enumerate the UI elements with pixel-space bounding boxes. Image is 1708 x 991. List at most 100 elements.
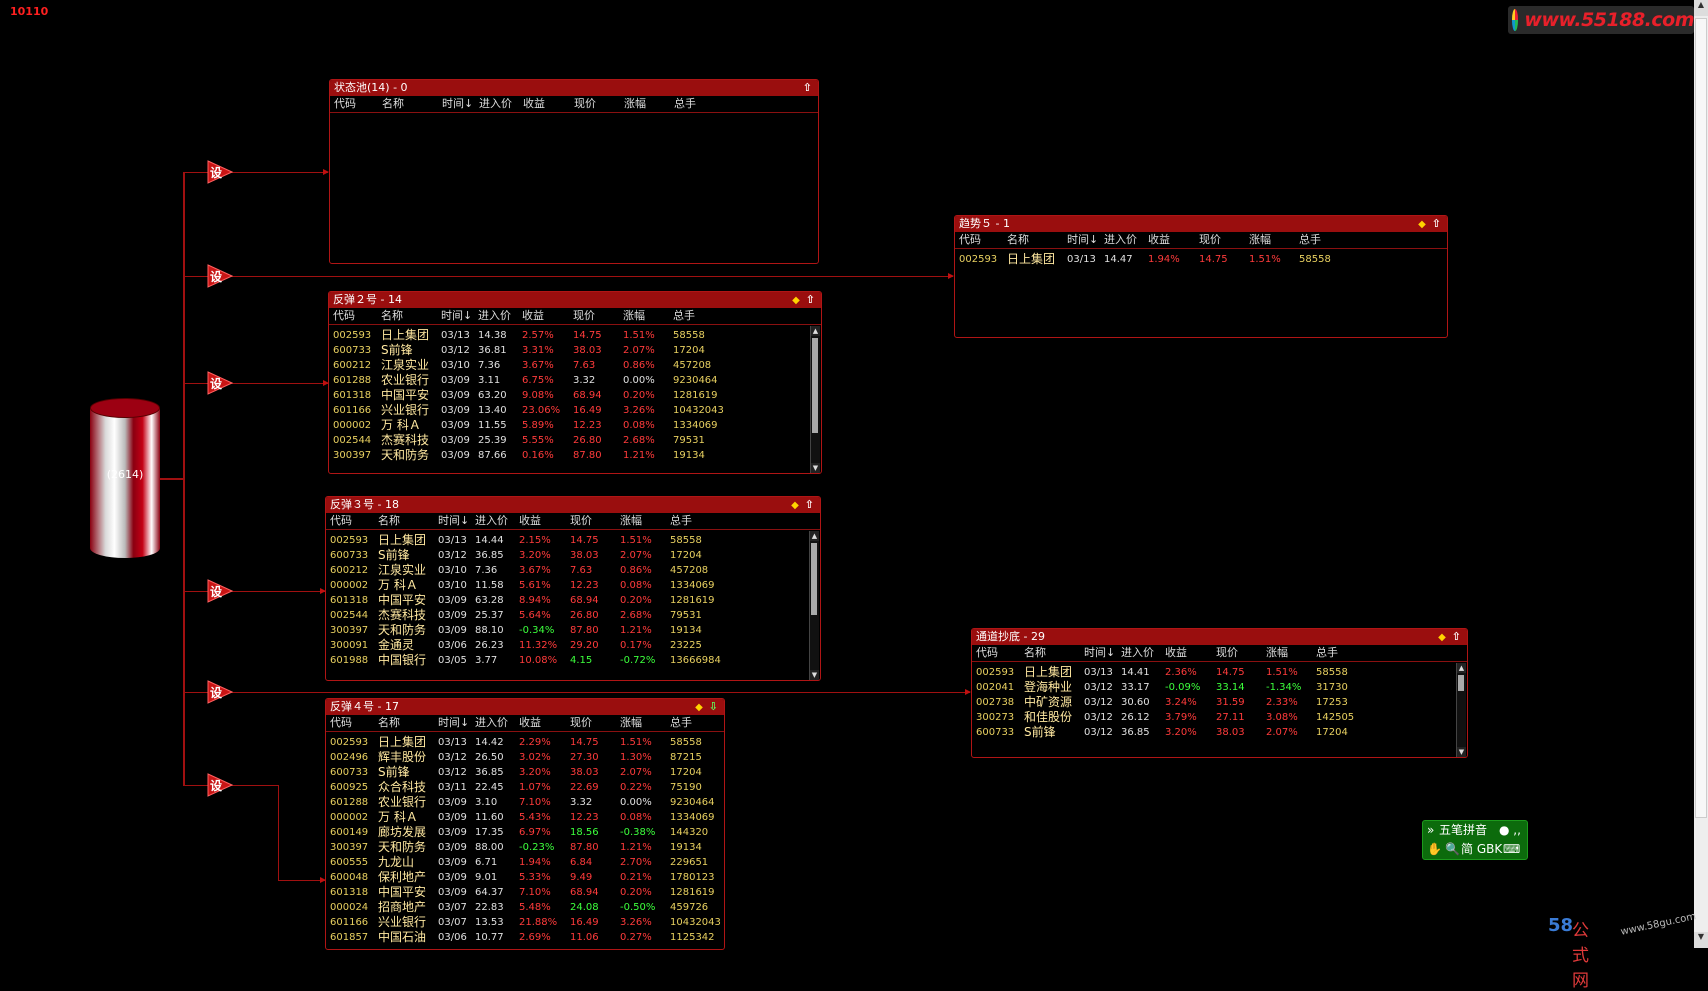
table-row[interactable]: 600048 保利地产 03/09 9.01 5.33% 9.49 0.21% 1780123	[326, 870, 724, 885]
table-row[interactable]: 002593 日上集团 03/13 14.44 2.15% 14.75 1.51% 58558	[326, 533, 820, 548]
hand-icon[interactable]: ✋	[1427, 840, 1442, 859]
table-row[interactable]: 002544 杰赛科技 03/09 25.37 5.64% 26.80 2.68% 79531	[326, 608, 820, 623]
diamond-icon[interactable]: ◆	[791, 500, 799, 511]
ime-punct-icon[interactable]: ● ,,	[1499, 821, 1521, 840]
set-button-2[interactable]: 设	[207, 264, 233, 288]
table-row[interactable]: 002544 杰赛科技 03/09 25.39 5.55% 26.80 2.68% 79531	[329, 433, 821, 448]
column-header[interactable]: 名称	[1007, 232, 1029, 248]
panel-title-bar[interactable]: 通道抄底 - 29 ◆ ⇧	[972, 629, 1467, 645]
scrollbar-thumb[interactable]	[811, 543, 817, 615]
column-header[interactable]: 代码	[976, 645, 998, 661]
column-header[interactable]: 现价	[1216, 645, 1238, 661]
diamond-icon[interactable]: ◆	[1438, 632, 1446, 643]
column-header[interactable]: 时间↓	[442, 96, 473, 112]
column-header[interactable]: 代码	[334, 96, 356, 112]
diamond-icon[interactable]: ◆	[1418, 219, 1426, 230]
column-header[interactable]: 代码	[330, 513, 352, 529]
set-button-4[interactable]: 设	[207, 579, 233, 603]
diamond-icon[interactable]: ◆	[792, 295, 800, 306]
panel-title-bar[interactable]: 反弹３号 - 18 ◆ ⇧	[326, 497, 820, 513]
panel-status-pool[interactable]: 状态池(14) - 0 ⇧ 代码 名称 时间↓ 进入价 收益 现价 涨幅 总手	[329, 79, 819, 264]
table-row[interactable]: 600212 江泉实业 03/10 7.36 3.67% 7.63 0.86% 457208	[329, 358, 821, 373]
table-row[interactable]: 002041 登海种业 03/12 33.17 -0.09% 33.14 -1.34% 317…	[972, 680, 1467, 695]
scroll-down-arrow-icon[interactable]: ▼	[1457, 747, 1466, 757]
column-header[interactable]: 现价	[573, 308, 595, 324]
table-row[interactable]: 601288 农业银行 03/09 3.11 6.75% 3.32 0.00% 9230464	[329, 373, 821, 388]
set-button-6[interactable]: 设	[207, 773, 233, 797]
table-row[interactable]: 601988 中国银行 03/05 3.77 10.08% 4.15 -0.72% 13666…	[326, 653, 820, 668]
column-header[interactable]: 收益	[519, 513, 541, 529]
panel-title-bar[interactable]: 趋势５ - 1 ◆ ⇧	[955, 216, 1447, 232]
ime-mode[interactable]: 五笔拼音	[1439, 821, 1487, 840]
column-header[interactable]: 现价	[1199, 232, 1221, 248]
set-button-5[interactable]: 设	[207, 680, 233, 704]
table-row[interactable]: 600733 S前锋 03/12 36.85 3.20% 38.03 2.07% 17204	[326, 548, 820, 563]
column-header[interactable]: 名称	[382, 96, 404, 112]
diamond-icon[interactable]: ◆	[695, 702, 703, 713]
scroll-up-arrow-icon[interactable]: ▲	[1694, 0, 1708, 16]
column-header[interactable]: 进入价	[1104, 232, 1137, 248]
column-header[interactable]: 涨幅	[1266, 645, 1288, 661]
scroll-up-arrow-icon[interactable]: ▲	[1457, 663, 1466, 673]
column-header[interactable]: 涨幅	[620, 715, 642, 731]
panel-scrollbar[interactable]: ▲ ▼	[1456, 663, 1466, 757]
panel-rebound-3[interactable]: 反弹３号 - 18 ◆ ⇧ 代码 名称 时间↓ 进入价 收益 现价 涨幅 总手 002593 日上…	[325, 496, 821, 681]
column-header[interactable]: 名称	[378, 715, 400, 731]
scroll-up-arrow-icon[interactable]: ▲	[811, 326, 820, 336]
table-row[interactable]: 002496 辉丰股份 03/12 26.50 3.02% 27.30 1.30% 87215	[326, 750, 724, 765]
panel-rebound-4[interactable]: 反弹４号 - 17 ◆ ⇩ 代码 名称 时间↓ 进入价 收益 现价 涨幅 总手 002593 日上…	[325, 698, 725, 950]
collapse-up-icon[interactable]: ⇧	[803, 81, 812, 94]
table-row[interactable]: 002593 日上集团 03/13 14.38 2.57% 14.75 1.51% 58558	[329, 328, 821, 343]
table-row[interactable]: 300091 金通灵 03/06 26.23 11.32% 29.20 0.17% 23225	[326, 638, 820, 653]
column-header[interactable]: 总手	[670, 715, 692, 731]
set-button-3[interactable]: 设	[207, 371, 233, 395]
column-header[interactable]: 总手	[673, 308, 695, 324]
table-row[interactable]: 000002 万 科Ａ 03/09 11.60 5.43% 12.23 0.08% 13340…	[326, 810, 724, 825]
column-header[interactable]: 涨幅	[620, 513, 642, 529]
table-row[interactable]: 300397 天和防务 03/09 87.66 0.16% 87.80 1.21% 19134	[329, 448, 821, 463]
column-header[interactable]: 时间↓	[438, 513, 469, 529]
panel-title-bar[interactable]: 状态池(14) - 0 ⇧	[330, 80, 818, 96]
column-header[interactable]: 收益	[522, 308, 544, 324]
table-row[interactable]: 600212 江泉实业 03/10 7.36 3.67% 7.63 0.86% 457208	[326, 563, 820, 578]
stock-database[interactable]: (2614)	[90, 398, 160, 558]
column-header[interactable]: 涨幅	[1249, 232, 1271, 248]
table-row[interactable]: 300397 天和防务 03/09 88.10 -0.34% 87.80 1.21% 1913…	[326, 623, 820, 638]
ime-expand-icon[interactable]: »	[1427, 821, 1434, 840]
table-row[interactable]: 601857 中国石油 03/06 10.77 2.69% 11.06 0.27% 11253…	[326, 930, 724, 945]
set-button-1[interactable]: 设	[207, 160, 233, 184]
table-row[interactable]: 000002 万 科Ａ 03/10 11.58 5.61% 12.23 0.08% 13340…	[326, 578, 820, 593]
column-header[interactable]: 时间↓	[1084, 645, 1115, 661]
column-header[interactable]: 收益	[1148, 232, 1170, 248]
table-row[interactable]: 300273 和佳股份 03/12 26.12 3.79% 27.11 3.08% 14250…	[972, 710, 1467, 725]
scroll-down-arrow-icon[interactable]: ▼	[810, 670, 819, 680]
column-header[interactable]: 时间↓	[441, 308, 472, 324]
column-header[interactable]: 现价	[570, 513, 592, 529]
column-header[interactable]: 进入价	[479, 96, 512, 112]
table-row[interactable]: 600733 S前锋 03/12 36.85 3.20% 38.03 2.07% 17204	[972, 725, 1467, 740]
keyboard-icon[interactable]: ⌨	[1503, 840, 1520, 859]
column-header[interactable]: 收益	[519, 715, 541, 731]
column-header[interactable]: 现价	[570, 715, 592, 731]
search-icon[interactable]: 🔍	[1445, 840, 1460, 859]
column-header[interactable]: 时间↓	[1067, 232, 1098, 248]
panel-title-bar[interactable]: 反弹４号 - 17 ◆ ⇩	[326, 699, 724, 715]
scrollbar-thumb[interactable]	[812, 338, 818, 433]
table-row[interactable]: 600149 廊坊发展 03/09 17.35 6.97% 18.56 -0.38% 1443…	[326, 825, 724, 840]
table-row[interactable]: 600555 九龙山 03/09 6.71 1.94% 6.84 2.70% 229651	[326, 855, 724, 870]
table-row[interactable]: 600733 S前锋 03/12 36.81 3.31% 38.03 2.07% 17204	[329, 343, 821, 358]
collapse-up-icon[interactable]: ⇧	[805, 498, 814, 511]
column-header[interactable]: 收益	[523, 96, 545, 112]
table-row[interactable]: 002593 日上集团 03/13 14.41 2.36% 14.75 1.51% 58558	[972, 665, 1467, 680]
column-header[interactable]: 进入价	[1121, 645, 1154, 661]
table-row[interactable]: 601318 中国平安 03/09 64.37 7.10% 68.94 0.20% 12816…	[326, 885, 724, 900]
column-header[interactable]: 名称	[381, 308, 403, 324]
column-header[interactable]: 收益	[1165, 645, 1187, 661]
scroll-up-arrow-icon[interactable]: ▲	[810, 531, 819, 541]
table-row[interactable]: 600733 S前锋 03/12 36.85 3.20% 38.03 2.07% 17204	[326, 765, 724, 780]
panel-title-bar[interactable]: 反弹２号 - 14 ◆ ⇧	[329, 292, 821, 308]
collapse-up-icon[interactable]: ⇧	[1432, 217, 1441, 230]
table-row[interactable]: 601166 兴业银行 03/07 13.53 21.88% 16.49 3.26% 1043…	[326, 915, 724, 930]
column-header[interactable]: 进入价	[475, 715, 508, 731]
table-row[interactable]: 600925 众合科技 03/11 22.45 1.07% 22.69 0.22% 75190	[326, 780, 724, 795]
